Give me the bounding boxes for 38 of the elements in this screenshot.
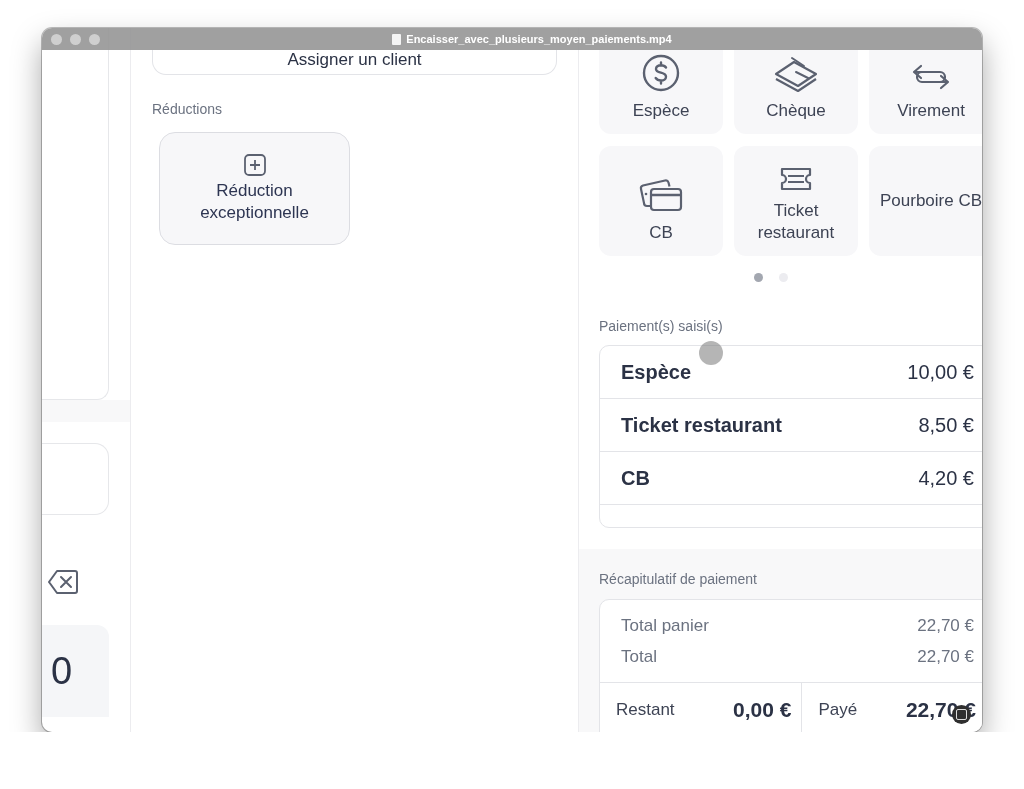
payment-method-button[interactable]: Ticket restaurant — [734, 146, 858, 256]
keypad-key[interactable]: 0 — [42, 625, 109, 717]
payment-method: Ticket restaurant — [621, 413, 782, 437]
page-dot[interactable] — [753, 273, 763, 282]
input-field[interactable] — [42, 443, 109, 515]
payment-method-button[interactable]: CB — [599, 146, 723, 256]
dollar-coin-icon — [642, 54, 680, 92]
zoom-button[interactable] — [89, 34, 100, 45]
minimize-button[interactable] — [70, 34, 81, 45]
payment-amount: 4,20 € — [918, 466, 974, 490]
payment-method: CB — [621, 466, 650, 490]
summary-label: Total — [621, 646, 657, 667]
summary-value: 22,70 € — [917, 646, 974, 667]
document-icon — [392, 33, 402, 45]
payment-amount: 10,00 € — [907, 360, 974, 384]
credit-cards-icon — [637, 176, 685, 214]
section-heading: Récapitulatif de paiement — [599, 571, 758, 587]
payment-method: Espèce — [621, 360, 692, 384]
payment-amount: 8,50 € — [918, 413, 974, 437]
window-title: Encaisser_avec_plusieurs_moyen_paiements.mp4 — [406, 33, 672, 45]
discount-button[interactable]: Réduction exceptionnelle — [159, 132, 350, 245]
section-heading: Réductions — [152, 101, 224, 117]
plus-icon — [242, 153, 267, 177]
backspace-icon[interactable] — [48, 569, 78, 595]
summary-value: 0,00 € — [733, 698, 792, 722]
summary-label: Payé — [818, 700, 858, 720]
ticket-icon — [779, 166, 813, 192]
section-heading: Paiement(s) saisi(s) — [599, 318, 723, 334]
summary-label: Restant — [616, 700, 675, 720]
cheque-icon — [772, 54, 820, 92]
summary-label: Total panier — [621, 615, 709, 636]
cursor-icon — [699, 341, 723, 365]
payment-method-button[interactable]: Virement — [869, 50, 982, 134]
payment-method-button[interactable]: Espèce — [599, 50, 723, 134]
close-button[interactable] — [51, 34, 62, 45]
payment-method-button[interactable]: Pourboire CB — [869, 146, 982, 256]
payment-method-button[interactable]: Chèque — [734, 50, 858, 134]
summary-value: 22,70 € — [917, 615, 974, 636]
